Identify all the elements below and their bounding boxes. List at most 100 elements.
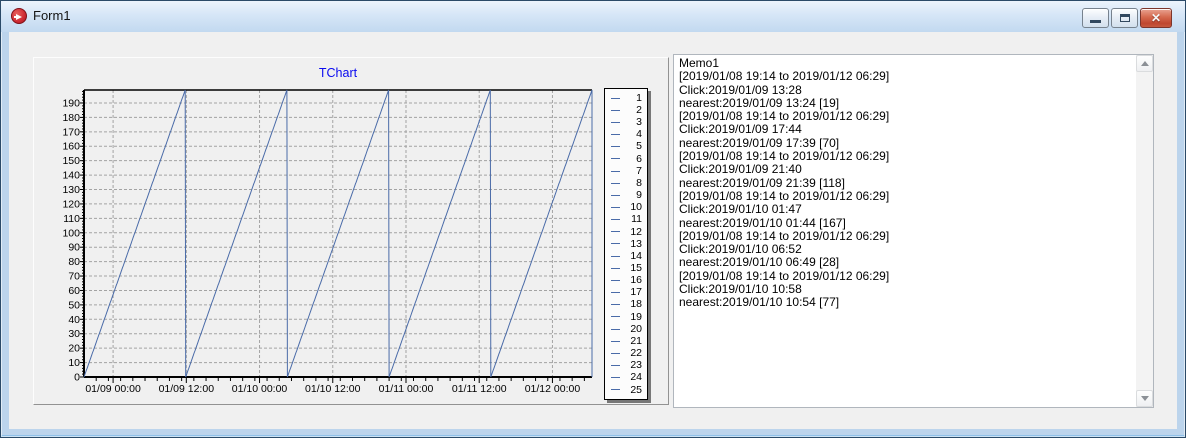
legend-item-label: 1 bbox=[636, 91, 642, 104]
legend-item-label: 16 bbox=[630, 274, 642, 287]
window-controls: ✕ bbox=[1082, 8, 1172, 28]
legend-item-label: 6 bbox=[636, 152, 642, 165]
scroll-down-button[interactable] bbox=[1136, 390, 1153, 407]
chart-legend: 1 2 3 4 5 6 7 8 9 10 11 12 13 14 15 16 17 18 19 20 21 22 23 24 2… bbox=[604, 88, 648, 400]
legend-item[interactable]: 25 bbox=[605, 384, 647, 396]
memo-scrollbar[interactable] bbox=[1136, 55, 1153, 407]
legend-item[interactable]: 15 bbox=[605, 262, 647, 274]
app-icon[interactable] bbox=[11, 8, 27, 24]
series-dash-icon bbox=[611, 340, 620, 342]
svg-text:30: 30 bbox=[68, 328, 80, 340]
chart-canvas[interactable]: 0102030405060708090100110120130140150160… bbox=[34, 58, 668, 404]
series-dash-icon bbox=[611, 328, 620, 330]
legend-item-label: 20 bbox=[630, 322, 642, 335]
legend-item-label: 14 bbox=[630, 249, 642, 262]
svg-text:100: 100 bbox=[62, 227, 80, 239]
legend-item[interactable]: 22 bbox=[605, 347, 647, 359]
memo-line: Click:2019/01/10 06:52 bbox=[679, 242, 802, 257]
legend-item-label: 2 bbox=[636, 103, 642, 116]
minimize-button[interactable] bbox=[1082, 8, 1109, 28]
legend-item-label: 22 bbox=[630, 347, 642, 360]
series-dash-icon bbox=[611, 365, 620, 367]
legend-item[interactable]: 20 bbox=[605, 323, 647, 335]
memo-line: nearest:2019/01/10 10:54 [77] bbox=[679, 295, 840, 310]
svg-text:50: 50 bbox=[68, 299, 80, 311]
svg-text:120: 120 bbox=[62, 198, 80, 210]
close-button[interactable]: ✕ bbox=[1140, 8, 1172, 28]
memo-line: [2019/01/08 19:14 to 2019/01/12 06:29] bbox=[679, 69, 890, 84]
svg-text:170: 170 bbox=[62, 126, 80, 138]
series-dash-icon bbox=[611, 255, 620, 257]
legend-item[interactable]: 10 bbox=[605, 201, 647, 213]
svg-text:40: 40 bbox=[68, 314, 80, 326]
svg-text:150: 150 bbox=[62, 155, 80, 167]
legend-item[interactable]: 8 bbox=[605, 177, 647, 189]
legend-item[interactable]: 1 bbox=[605, 92, 647, 104]
legend-item-label: 11 bbox=[631, 213, 642, 226]
memo-line: Click:2019/01/09 17:44 bbox=[679, 122, 802, 137]
legend-item[interactable]: 14 bbox=[605, 250, 647, 262]
memo-line: Click:2019/01/10 10:58 bbox=[679, 282, 802, 297]
legend-item[interactable]: 12 bbox=[605, 226, 647, 238]
svg-text:01/11 12:00: 01/11 12:00 bbox=[452, 383, 507, 395]
svg-text:01/11 00:00: 01/11 00:00 bbox=[379, 383, 434, 395]
series-dash-icon bbox=[611, 304, 620, 306]
svg-text:01/09 00:00: 01/09 00:00 bbox=[85, 383, 141, 395]
series-dash-icon bbox=[611, 97, 620, 99]
legend-item[interactable]: 5 bbox=[605, 141, 647, 153]
legend-item[interactable]: 21 bbox=[605, 335, 647, 347]
series-dash-icon bbox=[611, 109, 620, 111]
series-dash-icon bbox=[611, 377, 620, 379]
svg-text:20: 20 bbox=[68, 343, 80, 355]
arrow-down-icon bbox=[1140, 396, 1149, 401]
maximize-button[interactable] bbox=[1111, 8, 1138, 28]
legend-item[interactable]: 4 bbox=[605, 128, 647, 140]
legend-item[interactable]: 17 bbox=[605, 287, 647, 299]
svg-text:90: 90 bbox=[68, 242, 80, 254]
memo-line: [2019/01/08 19:14 to 2019/01/12 06:29] bbox=[679, 268, 890, 283]
legend-item[interactable]: 23 bbox=[605, 359, 647, 371]
memo-text[interactable]: Memo1 [2019/01/08 19:14 to 2019/01/12 06:… bbox=[674, 55, 1135, 407]
memo-line: [2019/01/08 19:14 to 2019/01/12 06:29] bbox=[679, 109, 890, 124]
memo-line: Click:2019/01/09 13:28 bbox=[679, 82, 802, 97]
legend-item[interactable]: 19 bbox=[605, 311, 647, 323]
legend-item-label: 17 bbox=[630, 286, 642, 299]
svg-text:190: 190 bbox=[62, 97, 80, 109]
series-dash-icon bbox=[611, 389, 620, 391]
svg-text:80: 80 bbox=[68, 256, 80, 268]
series-dash-icon bbox=[611, 170, 620, 172]
legend-item[interactable]: 2 bbox=[605, 104, 647, 116]
legend-item-label: 4 bbox=[636, 128, 642, 141]
window-title: Form1 bbox=[33, 8, 71, 23]
maximize-icon bbox=[1119, 14, 1130, 22]
series-dash-icon bbox=[611, 219, 620, 221]
legend-item[interactable]: 18 bbox=[605, 299, 647, 311]
svg-text:01/10 00:00: 01/10 00:00 bbox=[232, 383, 288, 395]
legend-item[interactable]: 11 bbox=[605, 214, 647, 226]
svg-text:01/09 12:00: 01/09 12:00 bbox=[159, 383, 215, 395]
series-dash-icon bbox=[611, 352, 620, 354]
memo-line: Click:2019/01/10 01:47 bbox=[679, 202, 802, 217]
minimize-icon bbox=[1090, 19, 1101, 23]
memo-line: nearest:2019/01/09 17:39 [70] bbox=[679, 135, 840, 150]
memo[interactable]: Memo1 [2019/01/08 19:14 to 2019/01/12 06:… bbox=[673, 54, 1154, 408]
legend-item[interactable]: 7 bbox=[605, 165, 647, 177]
svg-text:110: 110 bbox=[63, 213, 80, 225]
legend-item[interactable]: 9 bbox=[605, 189, 647, 201]
legend-item[interactable]: 6 bbox=[605, 153, 647, 165]
series-dash-icon bbox=[611, 267, 620, 269]
legend-item-label: 3 bbox=[636, 116, 642, 129]
legend-item[interactable]: 16 bbox=[605, 274, 647, 286]
legend-item[interactable]: 13 bbox=[605, 238, 647, 250]
svg-text:160: 160 bbox=[62, 141, 80, 153]
scroll-up-button[interactable] bbox=[1136, 55, 1153, 72]
memo-line: nearest:2019/01/10 06:49 [28] bbox=[679, 255, 840, 270]
titlebar[interactable]: Form1 ✕ bbox=[1, 1, 1185, 32]
memo-line: Memo1 bbox=[679, 56, 720, 70]
arrow-up-icon bbox=[1140, 61, 1149, 66]
legend-item-label: 13 bbox=[630, 237, 642, 250]
legend-item-label: 12 bbox=[630, 225, 642, 238]
legend-item[interactable]: 3 bbox=[605, 116, 647, 128]
legend-item[interactable]: 24 bbox=[605, 372, 647, 384]
series-dash-icon bbox=[611, 182, 620, 184]
